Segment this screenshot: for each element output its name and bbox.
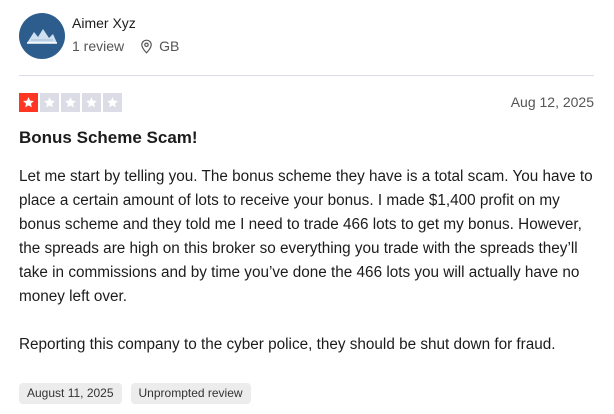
reviewer-meta: 1 review GB [72,38,179,54]
review-count: 1 review [72,38,125,54]
reviewer-location: GB [159,38,180,54]
star-empty-icon [40,93,59,112]
divider [19,75,594,76]
review-paragraph: Let me start by telling you. The bonus s… [19,168,593,305]
review-date: Aug 12, 2025 [510,94,594,110]
review-body: Let me start by telling you. The bonus s… [19,165,599,357]
review-type-badge[interactable]: Unprompted review [130,383,251,404]
star-empty-icon [103,93,122,112]
avatar[interactable] [19,13,65,59]
location-pin-icon [140,39,153,54]
review-paragraph: Reporting this company to the cyber poli… [19,336,556,353]
review-card: Aimer Xyz 1 review GB Aug 12, 2025 Bonus… [0,0,614,414]
star-rating [19,93,122,112]
star-filled-icon [19,93,38,112]
star-empty-icon [61,93,80,112]
review-title[interactable]: Bonus Scheme Scam! [19,128,198,148]
star-empty-icon [82,93,101,112]
review-tags: August 11, 2025 Unprompted review [19,383,251,404]
experience-date-badge: August 11, 2025 [19,383,122,404]
avatar-logo-icon [27,29,57,44]
reviewer-name[interactable]: Aimer Xyz [72,15,136,31]
